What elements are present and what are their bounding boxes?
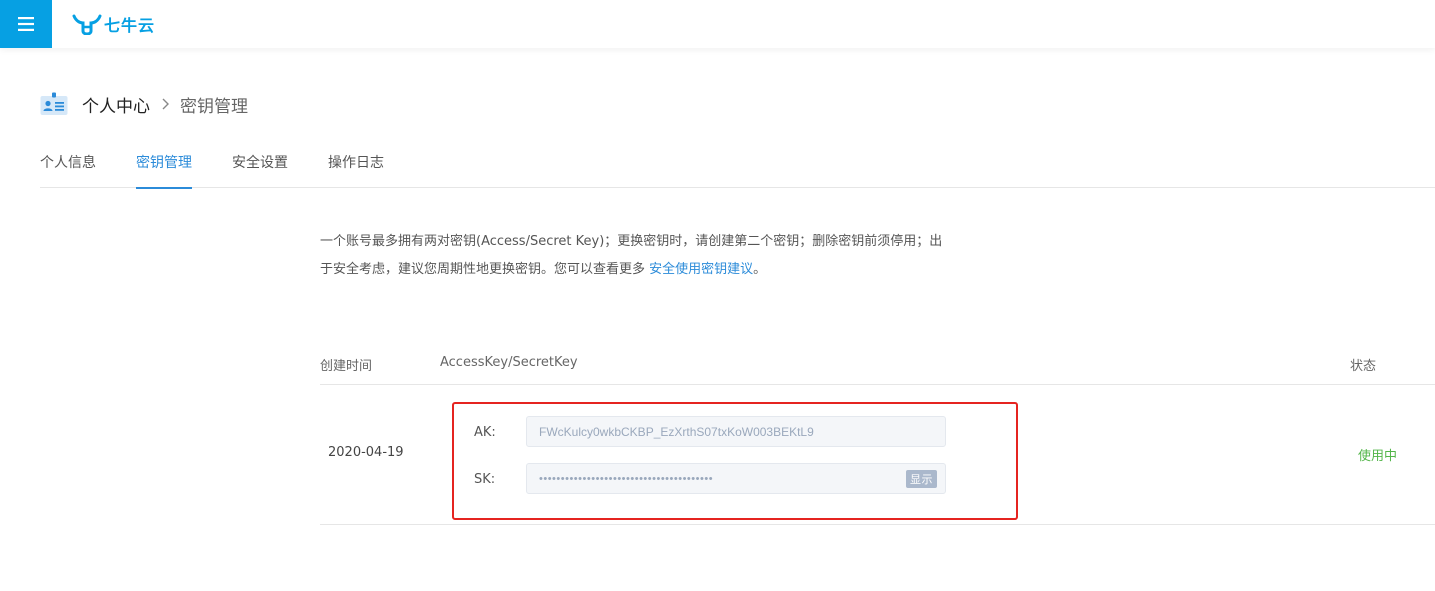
brand-name: 七牛云 (104, 16, 156, 35)
show-secret-button[interactable]: 显示 (906, 470, 937, 488)
qiniu-logo-icon (72, 14, 102, 35)
tab-operation-log[interactable]: 操作日志 (328, 146, 384, 188)
tab-security-settings[interactable]: 安全设置 (232, 146, 288, 188)
id-card-icon (40, 92, 68, 115)
sk-label: SK: (474, 472, 496, 487)
tab-profile[interactable]: 个人信息 (40, 146, 96, 188)
brand-logo[interactable]: 七牛云 (72, 10, 155, 38)
breadcrumb-page: 密钥管理 (180, 96, 248, 117)
tab-bar: 个人信息 密钥管理 安全设置 操作日志 (40, 146, 1435, 189)
secret-key-value: •••••••••••••••••••••••••••••••••••••••• (539, 472, 714, 485)
status-badge: 使用中 (1358, 449, 1398, 464)
created-date: 2020-04-19 (328, 445, 404, 460)
header-created: 创建时间 (320, 359, 373, 374)
breadcrumb: 个人中心 密钥管理 (40, 90, 248, 118)
security-advice-link[interactable]: 安全使用密钥建议 (649, 262, 753, 277)
header-keys: AccessKey/SecretKey (440, 355, 578, 370)
tab-key-management[interactable]: 密钥管理 (136, 146, 192, 189)
ak-label: AK: (474, 425, 496, 440)
key-notice: 一个账号最多拥有两对密钥(Access/Secret Key)；更换密钥时，请创… (320, 228, 950, 284)
access-key-field[interactable]: FWcKulcy0wkbCKBP_EzXrthS07txKoW003BEKtL9 (526, 416, 946, 447)
notice-text: 一个账号最多拥有两对密钥(Access/Secret Key)；更换密钥时，请创… (320, 234, 943, 277)
key-table: 创建时间 AccessKey/SecretKey 状态 2020-04-19 A… (320, 342, 1435, 525)
hamburger-icon (18, 17, 34, 31)
menu-button[interactable] (0, 0, 52, 48)
table-header: 创建时间 AccessKey/SecretKey 状态 (320, 342, 1435, 385)
chevron-right-icon (162, 98, 169, 110)
key-highlight-box: AK: FWcKulcy0wkbCKBP_EzXrthS07txKoW003BE… (452, 402, 1018, 520)
header-status: 状态 (1350, 359, 1377, 374)
breadcrumb-section[interactable]: 个人中心 (82, 92, 150, 117)
access-key-value: FWcKulcy0wkbCKBP_EzXrthS07txKoW003BEKtL9 (539, 424, 814, 439)
table-row: 2020-04-19 AK: FWcKulcy0wkbCKBP_EzXrthS0… (320, 385, 1435, 525)
top-navbar: 七牛云 (0, 0, 1435, 48)
secret-key-field[interactable]: ••••••••••••••••••••••••••••••••••••••••… (526, 463, 946, 494)
notice-suffix: 。 (753, 262, 767, 277)
